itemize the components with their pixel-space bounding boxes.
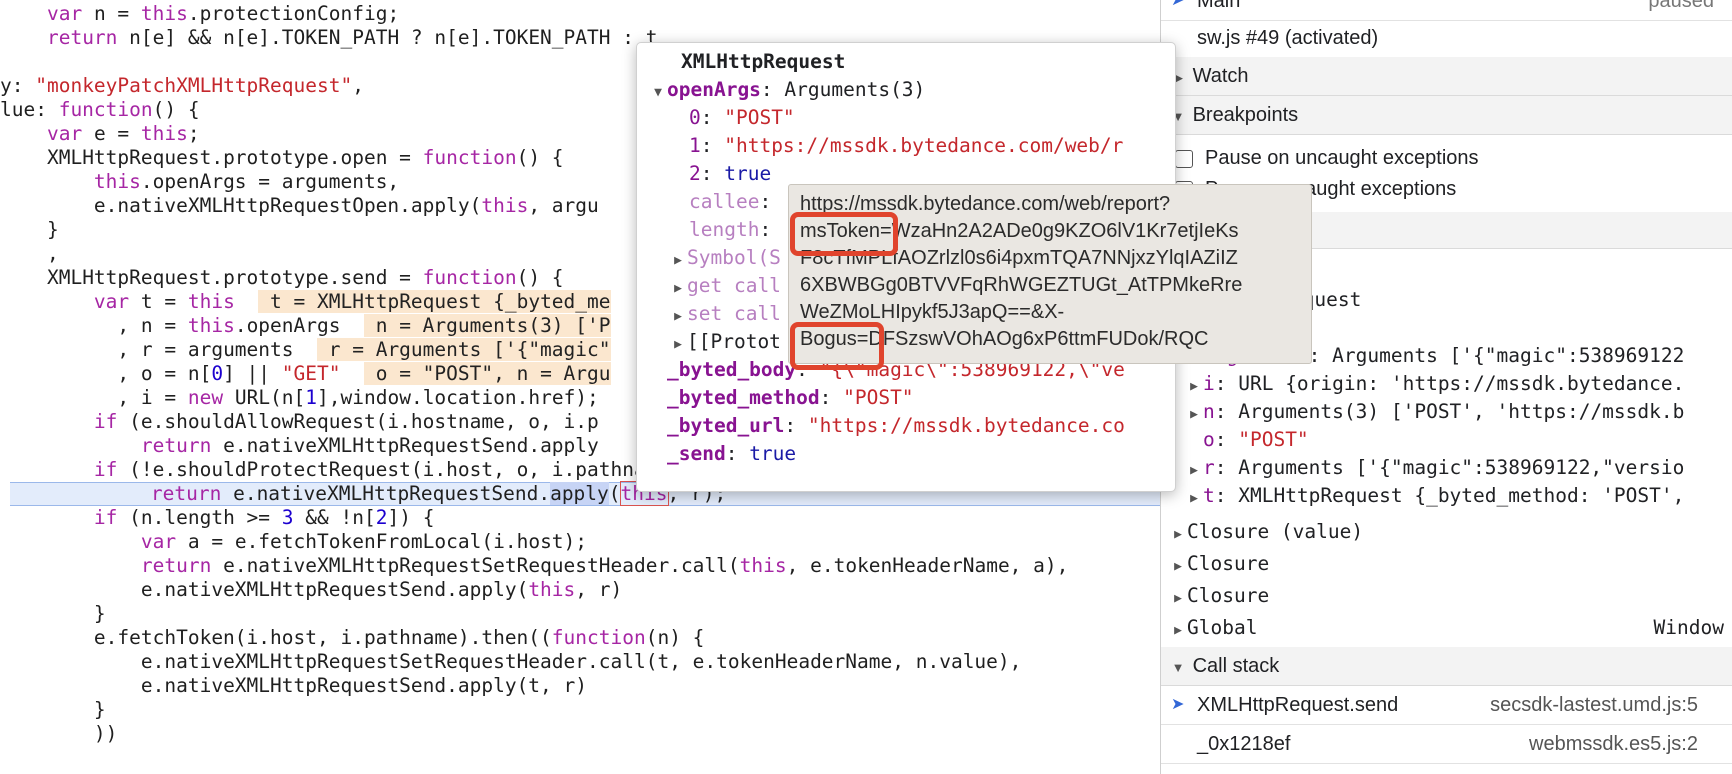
popover-callee[interactable]: callee: (689, 188, 771, 216)
popover-get-callee[interactable]: ▶ get call (669, 272, 781, 300)
code-line[interactable]: this.openArgs = arguments, (0, 170, 399, 194)
popover-symbol[interactable]: ▶ Symbol(S (669, 244, 781, 272)
scope-global[interactable]: ▶ Global Window (1169, 614, 1724, 642)
code-line[interactable]: e.nativeXMLHttpRequestSend.apply(t, r) (0, 674, 587, 698)
scope-closure-1[interactable]: ▶ Closure (1169, 550, 1269, 578)
scope-n[interactable]: ▶ n: Arguments(3) ['POST', 'https://mssdk… (1185, 398, 1684, 426)
pause-uncaught-checkbox[interactable] (1175, 149, 1193, 168)
code-line[interactable]: )) (0, 722, 117, 746)
call-stack-label: Call stack (1192, 655, 1280, 677)
watch-label: Watch (1192, 65, 1249, 87)
code-line[interactable]: } (0, 698, 106, 722)
code-line[interactable]: y: "monkeyPatchXMLHttpRequest", (0, 74, 364, 98)
code-line[interactable]: if (n.length >= 3 && !n[2]) { (0, 506, 435, 530)
code-line[interactable]: e.nativeXMLHttpRequestSend.apply(this, r… (0, 578, 622, 602)
scope-t[interactable]: ▶ t: XMLHttpRequest {_byted_method: 'POST… (1185, 482, 1684, 510)
popover-arg0: 0: "POST" (689, 106, 795, 129)
code-line[interactable]: } (0, 218, 59, 242)
popover-byted-method: _byted_method: "POST" (667, 386, 914, 409)
code-line[interactable]: , r = arguments r = Arguments ['{"magic" (0, 338, 611, 362)
current-frame-arrow-icon: ➤ (1171, 696, 1185, 713)
code-line[interactable]: XMLHttpRequest.prototype.open = function… (0, 146, 564, 170)
popover-send: _send: true (667, 442, 797, 465)
frame2-name: _0x1218ef (1197, 733, 1291, 755)
pause-uncaught-row[interactable]: Pause on uncaught exceptions (1175, 142, 1479, 174)
thread-main-label: Main (1197, 0, 1241, 12)
code-line[interactable]: e.nativeXMLHttpRequestOpen.apply(this, a… (0, 194, 599, 218)
tooltip-line-4: 6XBWBGg0BTVVFqRhWGEZTUGt_AtTPMkeRre (800, 274, 1243, 296)
breakpoints-label: Breakpoints (1192, 104, 1299, 126)
code-line[interactable]: , (0, 242, 59, 266)
frame1-name: XMLHttpRequest.send (1197, 694, 1399, 716)
code-line[interactable]: var n = this.protectionConfig; (0, 2, 399, 26)
thread-sw-row[interactable]: sw.js #49 (activated) (1161, 19, 1732, 58)
scope-i[interactable]: ▶ i: URL {origin: 'https://mssdk.bytedanc… (1185, 370, 1684, 398)
scope-r[interactable]: ▶ r: Arguments ['{"magic":538969122,"vers… (1185, 454, 1684, 482)
xbogus-highlight-box (790, 322, 884, 370)
code-line[interactable]: XMLHttpRequest.prototype.send = function… (0, 266, 564, 290)
code-line[interactable]: if (e.shouldAllowRequest(i.hostname, o, … (0, 410, 599, 434)
code-line[interactable]: return n[e] && n[e].TOKEN_PATH ? n[e].TO… (0, 26, 658, 50)
code-line[interactable]: , i = new URL(n[1],window.location.href)… (0, 386, 598, 410)
code-line[interactable]: , o = n[0] || "GET" o = "POST", n = Argu (0, 362, 611, 386)
current-thread-arrow-icon: ➤ (1171, 0, 1185, 9)
frame2-file[interactable]: webmssdk.es5.js:2 (1529, 725, 1698, 763)
thread-main-status: paused (1648, 0, 1714, 12)
watch-section-header[interactable]: ▶ Watch (1161, 57, 1732, 96)
popover-arg2: 2: true (689, 162, 772, 185)
popover-byted-url: _byted_url: "https://mssdk.bytedance.co (667, 414, 1125, 437)
code-line[interactable]: lue: function() { (0, 98, 200, 122)
call-frame-2[interactable]: _0x1218ef webmssdk.es5.js:2 (1161, 725, 1732, 764)
code-line[interactable]: e.nativeXMLHttpRequestSetRequestHeader.c… (0, 650, 1022, 674)
popover-prototype[interactable]: ▶ [[Protot (669, 328, 781, 356)
scope-closure-value[interactable]: ▶ Closure (value) (1169, 518, 1363, 546)
mstoken-highlight-box (790, 212, 898, 256)
popover-arg1: 1: "https://mssdk.bytedance.com/web/r (689, 134, 1124, 157)
thread-sw-label: sw.js #49 (activated) (1197, 27, 1379, 49)
frame1-file[interactable]: secsdk-lastest.umd.js:5 (1490, 686, 1698, 724)
debugger-sidebar: ➤ Main paused sw.js #49 (activated) ▶ Wa… (1161, 0, 1732, 774)
code-line[interactable]: } (0, 602, 106, 626)
breakpoints-section-header[interactable]: ▼ Breakpoints (1161, 96, 1732, 135)
popover-length: length: (689, 218, 772, 241)
code-line[interactable]: var t = this t = XMLHttpRequest {_byted_… (0, 290, 611, 314)
code-line[interactable]: e.fetchToken(i.host, i.pathname).then((f… (0, 626, 705, 650)
popover-title: XMLHttpRequest (681, 50, 846, 73)
code-line[interactable]: return e.nativeXMLHttpRequestSend.apply (0, 434, 599, 458)
popover-openargs[interactable]: ▼ openArgs: Arguments(3) (649, 76, 925, 104)
popover-set-callee[interactable]: ▶ set call (669, 300, 781, 328)
code-line[interactable]: var e = this; (0, 122, 200, 146)
code-line[interactable]: return e.nativeXMLHttpRequestSetRequestH… (0, 554, 1069, 578)
code-line[interactable]: , n = this.openArgs n = Arguments(3) ['P (0, 314, 611, 338)
scope-o[interactable]: o: "POST" (1185, 426, 1309, 454)
scope-closure-2[interactable]: ▶ Closure (1169, 582, 1269, 610)
collapse-triangle-icon: ▼ (1171, 660, 1185, 675)
call-stack-section-header[interactable]: ▼ Call stack (1161, 647, 1732, 686)
thread-main-row[interactable]: ➤ Main paused (1161, 0, 1732, 21)
code-line[interactable]: var a = e.fetchTokenFromLocal(i.host); (0, 530, 587, 554)
pause-uncaught-label: Pause on uncaught exceptions (1205, 147, 1479, 169)
call-frame-1[interactable]: ➤ XMLHttpRequest.send secsdk-lastest.umd… (1161, 686, 1732, 725)
